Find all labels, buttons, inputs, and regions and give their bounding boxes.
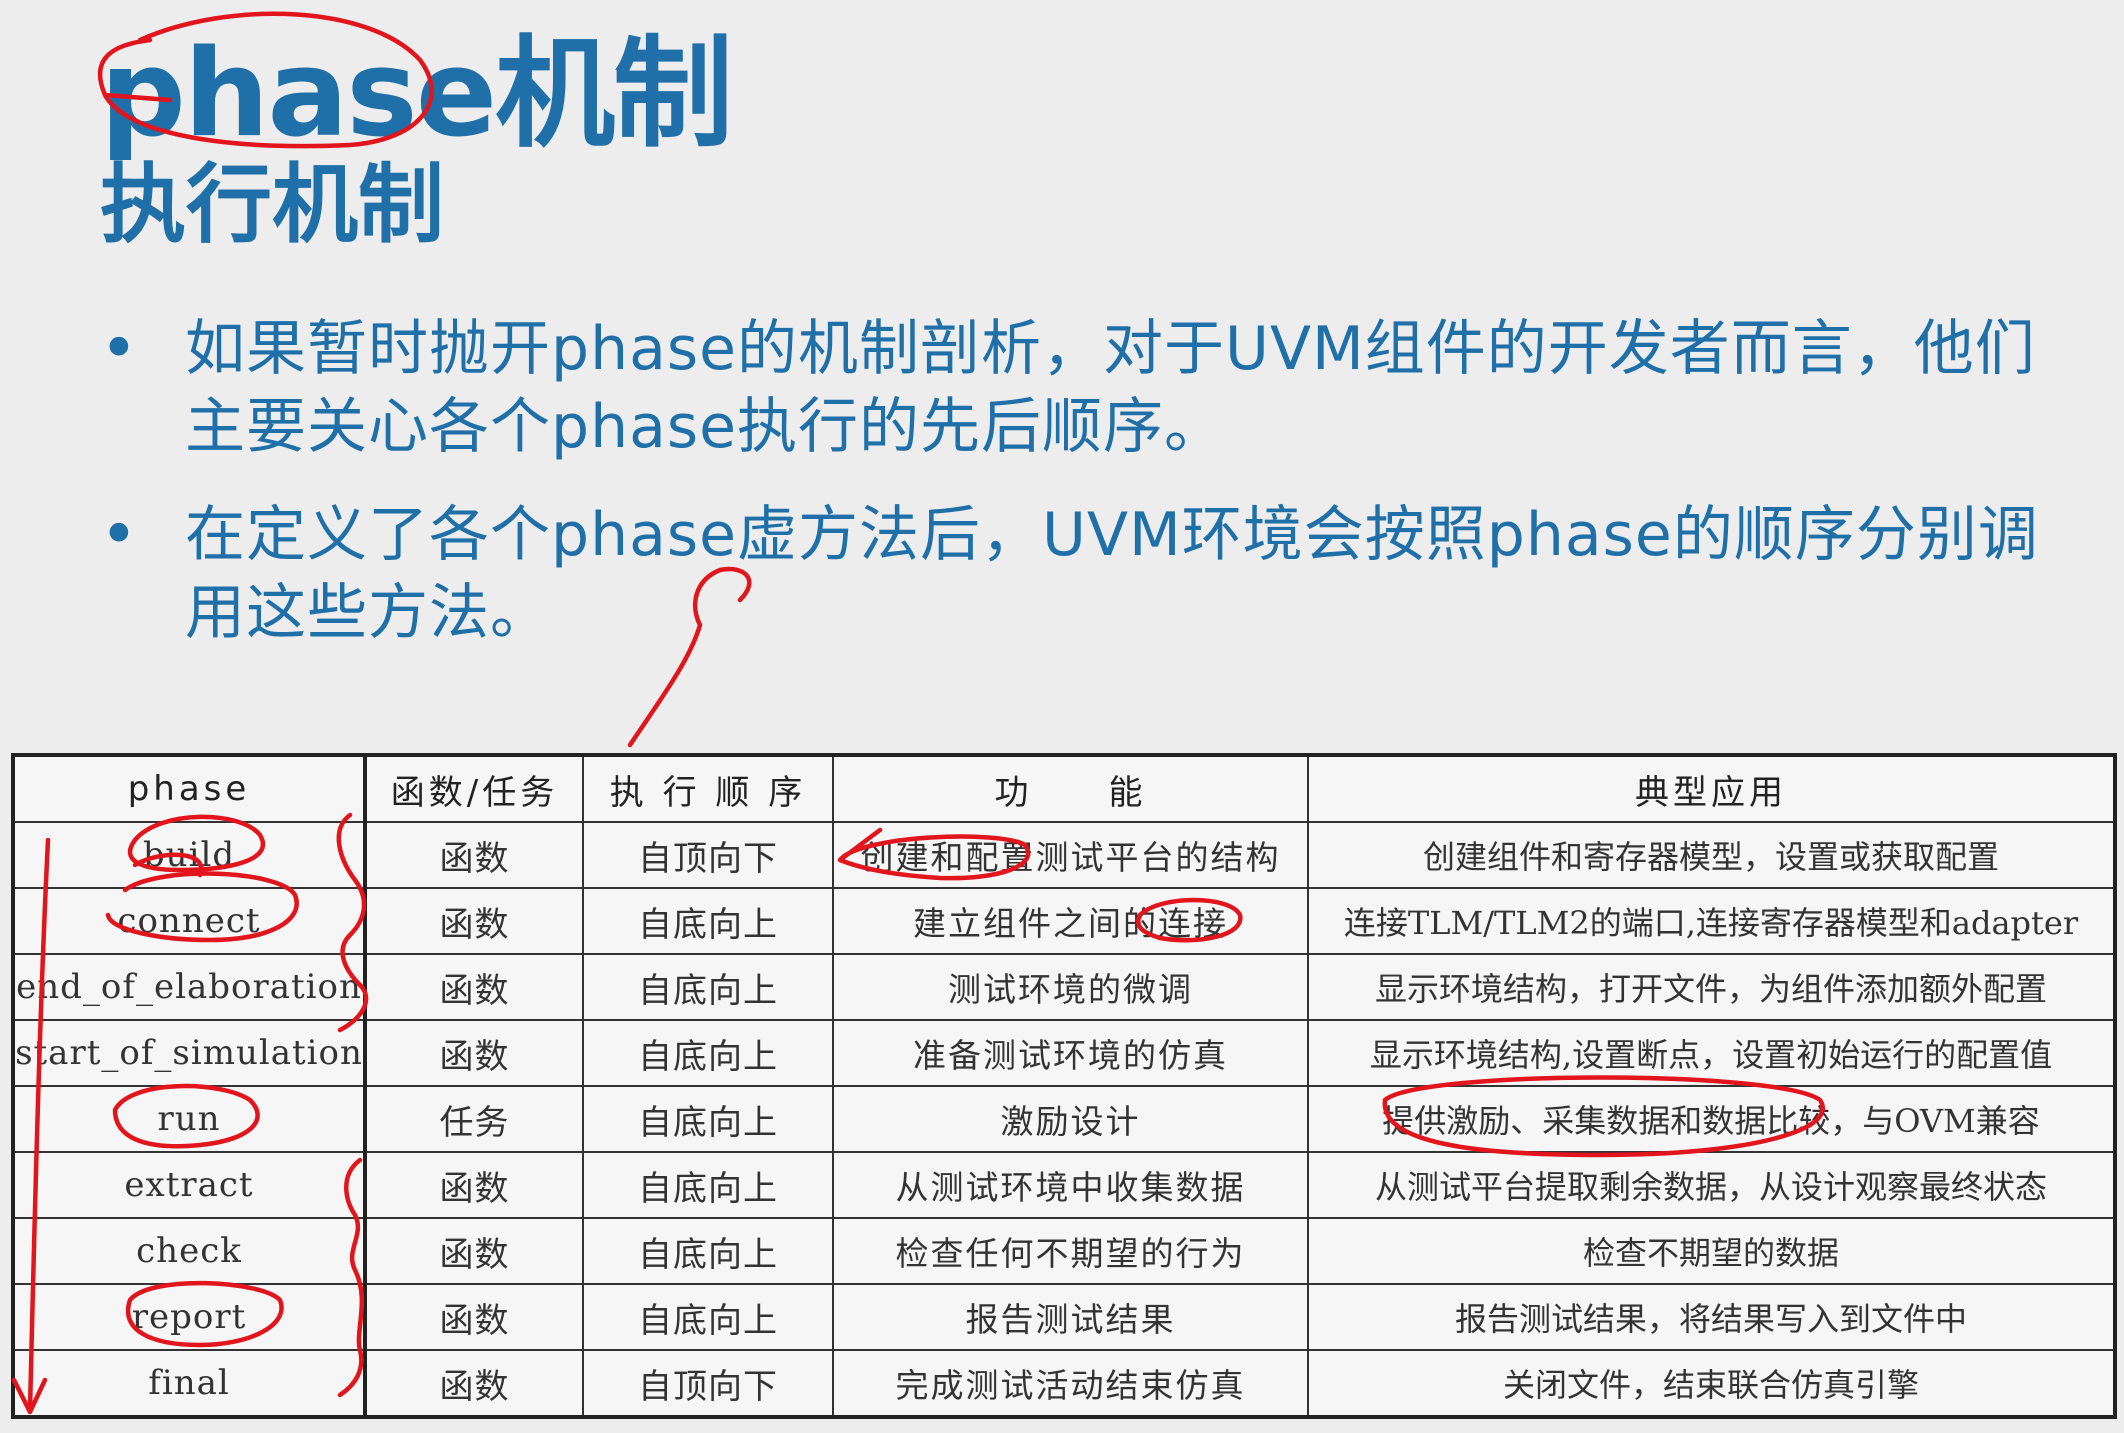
cell-type: 函数 (364, 821, 584, 889)
cell-usage: 连接TLM/TLM2的端口,连接寄存器模型和adapter (1307, 887, 2116, 955)
cell-usage: 从测试平台提取剩余数据，从设计观察最终状态 (1307, 1151, 2116, 1219)
cell-phase: build (12, 821, 367, 889)
cell-type: 函数 (364, 887, 584, 955)
cell-phase: report (12, 1283, 367, 1351)
table-row: check 函数 自底向上 检查任何不期望的行为 检查不期望的数据 (12, 1217, 2116, 1285)
bullet-text: 如果暂时抛开phase的机制剖析，对于UVM组件的开发者而言，他们主要关心各个p… (185, 314, 2036, 462)
cell-phase: check (12, 1217, 367, 1285)
bullet-dot-icon: • (100, 498, 138, 572)
table-row: connect 函数 自底向上 建立组件之间的连接 连接TLM/TLM2的端口,… (12, 887, 2116, 955)
header-type: 函数/任务 (364, 754, 584, 823)
cell-order: 自顶向下 (582, 1349, 834, 1418)
cell-type: 函数 (364, 953, 584, 1021)
cell-order: 自底向上 (582, 1151, 834, 1219)
cell-type: 函数 (364, 1283, 584, 1351)
phase-table: phase 函数/任务 执 行 顺 序 功 能 典型应用 build 函数 自顶… (11, 753, 2117, 1419)
table-row: end_of_elaboration 函数 自底向上 测试环境的微调 显示环境结… (12, 953, 2116, 1021)
cell-type: 函数 (364, 1151, 584, 1219)
cell-function: 报告测试结果 (832, 1283, 1309, 1351)
table-row: extract 函数 自底向上 从测试环境中收集数据 从测试平台提取剩余数据，从… (12, 1151, 2116, 1219)
cell-usage: 提供激励、采集数据和数据比较，与OVM兼容 (1307, 1085, 2116, 1153)
cell-usage: 关闭文件，结束联合仿真引擎 (1307, 1349, 2116, 1418)
cell-type: 任务 (364, 1085, 584, 1153)
cell-function: 准备测试环境的仿真 (832, 1019, 1309, 1087)
header-order: 执 行 顺 序 (582, 754, 834, 823)
cell-function: 检查任何不期望的行为 (832, 1217, 1309, 1285)
cell-phase: end_of_elaboration (12, 953, 367, 1021)
cell-phase: start_of_simulation (12, 1019, 367, 1087)
cell-order: 自底向上 (582, 887, 834, 955)
cell-order: 自底向上 (582, 1019, 834, 1087)
cell-usage: 显示环境结构,设置断点，设置初始运行的配置值 (1307, 1019, 2116, 1087)
cell-type: 函数 (364, 1349, 584, 1418)
cell-phase: extract (12, 1151, 367, 1219)
header-phase: phase (12, 754, 367, 823)
page-title: phase机制 (100, 25, 733, 164)
cell-function: 创建和配置测试平台的结构 (832, 821, 1309, 889)
cell-order: 自底向上 (582, 1085, 834, 1153)
cell-function: 激励设计 (832, 1085, 1309, 1153)
cell-type: 函数 (364, 1019, 584, 1087)
cell-function: 完成测试活动结束仿真 (832, 1349, 1309, 1418)
bullet-dot-icon: • (100, 312, 138, 386)
header-usage: 典型应用 (1307, 754, 2116, 823)
cell-function: 测试环境的微调 (832, 953, 1309, 1021)
cell-usage: 创建组件和寄存器模型，设置或获取配置 (1307, 821, 2116, 889)
table-row: start_of_simulation 函数 自底向上 准备测试环境的仿真 显示… (12, 1019, 2116, 1087)
cell-order: 自底向上 (582, 953, 834, 1021)
cell-type: 函数 (364, 1217, 584, 1285)
cell-usage: 报告测试结果，将结果写入到文件中 (1307, 1283, 2116, 1351)
table-row: run 任务 自底向上 激励设计 提供激励、采集数据和数据比较，与OVM兼容 (12, 1085, 2116, 1153)
bullet-list: • 如果暂时抛开phase的机制剖析，对于UVM组件的开发者而言，他们主要关心各… (100, 310, 2060, 682)
table-row: build 函数 自顶向下 创建和配置测试平台的结构 创建组件和寄存器模型，设置… (12, 821, 2116, 889)
cell-function: 建立组件之间的连接 (832, 887, 1309, 955)
bullet-item: • 如果暂时抛开phase的机制剖析，对于UVM组件的开发者而言，他们主要关心各… (100, 310, 2060, 466)
cell-order: 自底向上 (582, 1283, 834, 1351)
cell-usage: 检查不期望的数据 (1307, 1217, 2116, 1285)
table-header-row: phase 函数/任务 执 行 顺 序 功 能 典型应用 (12, 754, 2116, 823)
table-row: final 函数 自顶向下 完成测试活动结束仿真 关闭文件，结束联合仿真引擎 (12, 1349, 2116, 1418)
header-function: 功 能 (832, 754, 1309, 823)
table-row: report 函数 自底向上 报告测试结果 报告测试结果，将结果写入到文件中 (12, 1283, 2116, 1351)
cell-phase: final (12, 1349, 367, 1418)
bullet-item: • 在定义了各个phase虚方法后，UVM环境会按照phase的顺序分别调用这些… (100, 496, 2060, 652)
cell-order: 自顶向下 (582, 821, 834, 889)
cell-order: 自底向上 (582, 1217, 834, 1285)
cell-function: 从测试环境中收集数据 (832, 1151, 1309, 1219)
cell-phase: connect (12, 887, 367, 955)
bullet-text: 在定义了各个phase虚方法后，UVM环境会按照phase的顺序分别调用这些方法… (185, 500, 2039, 648)
page-subtitle: 执行机制 (100, 155, 444, 255)
cell-usage: 显示环境结构，打开文件，为组件添加额外配置 (1307, 953, 2116, 1021)
cell-phase: run (12, 1085, 367, 1153)
